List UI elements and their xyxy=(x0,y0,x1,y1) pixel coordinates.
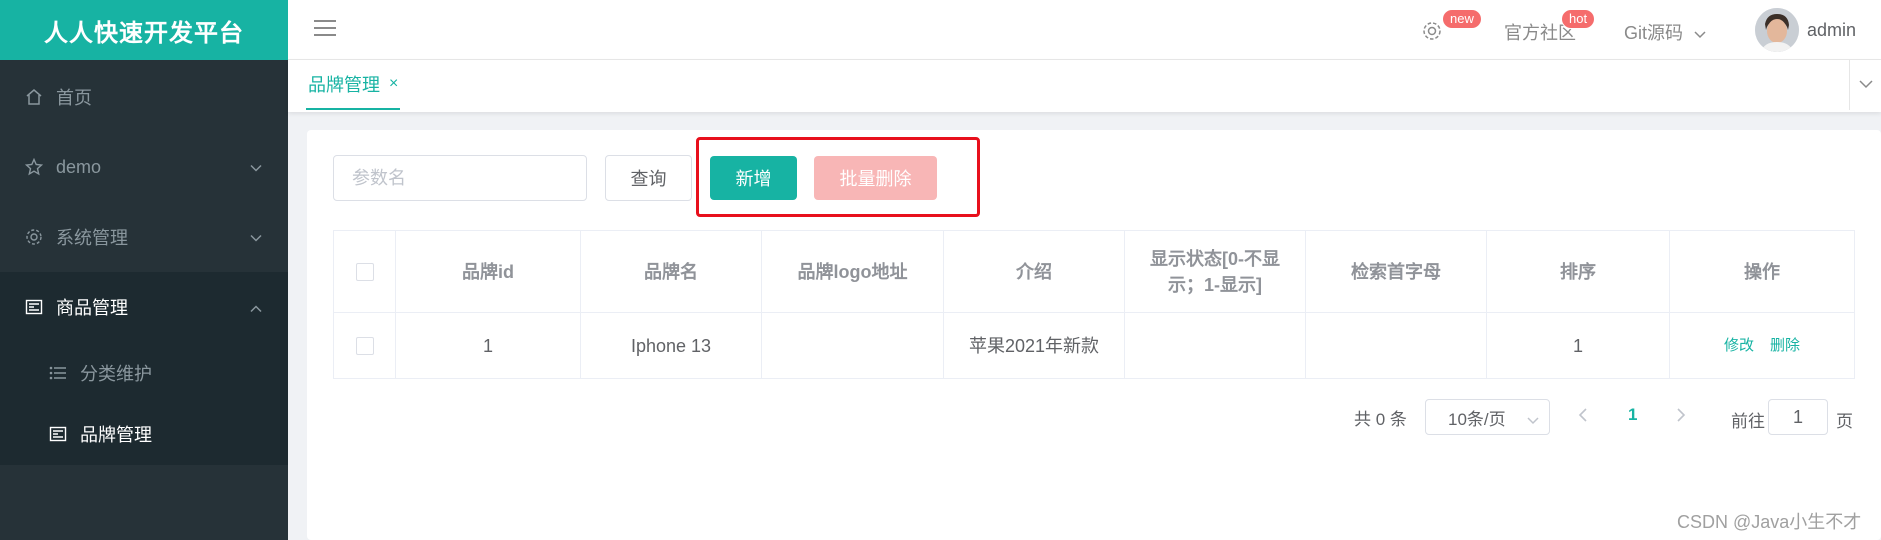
column-header: 介绍 xyxy=(944,231,1125,312)
hot-badge: hot xyxy=(1561,9,1596,29)
sidebar-item-label: 首页 xyxy=(56,88,92,108)
column-header: 显示状态[0-不显示；1-显示] xyxy=(1125,231,1306,312)
tab-label: 品牌管理 xyxy=(308,75,380,95)
sidebar-item-demo[interactable]: demo xyxy=(0,132,288,202)
sidebar-item-brand[interactable]: 品牌管理 xyxy=(0,403,288,465)
next-page-icon[interactable] xyxy=(1676,407,1686,428)
chevron-up-icon xyxy=(250,297,262,318)
column-header: 操作 xyxy=(1744,261,1780,282)
cell-show-status xyxy=(1125,313,1306,378)
cell-brand-id: 1 xyxy=(396,313,581,378)
cell-brand-name: Iphone 13 xyxy=(581,313,762,378)
top-header: new 官方社区 hot Git源码 admin xyxy=(288,0,1881,60)
settings-gear-icon[interactable] xyxy=(1421,20,1443,47)
cell-brand-logo xyxy=(762,313,944,378)
avatar xyxy=(1755,8,1799,52)
header-select-all xyxy=(334,231,396,312)
sidebar-item-system[interactable]: 系统管理 xyxy=(0,202,288,272)
brand-table: 品牌id 品牌名 品牌logo地址 介绍 显示状态[0-不显示；1-显示] 检索… xyxy=(333,230,1855,379)
page-size-select[interactable]: 10条/页 xyxy=(1425,399,1550,435)
submenu-product: 分类维护 品牌管理 xyxy=(0,340,288,465)
query-button[interactable]: 查询 xyxy=(605,155,692,201)
edit-link[interactable]: 修改 xyxy=(1724,333,1754,359)
user-menu[interactable]: admin xyxy=(1755,8,1856,52)
tab-dropdown-button[interactable] xyxy=(1849,60,1881,110)
sidebar-item-label: 商品管理 xyxy=(56,298,128,318)
prev-page-icon[interactable] xyxy=(1578,407,1588,428)
tab-bar: 品牌管理 × xyxy=(288,60,1881,112)
sidebar-item-home[interactable]: 首页 xyxy=(0,62,288,132)
table-row: 1 Iphone 13 苹果2021年新款 1 修改 删除 xyxy=(334,313,1854,378)
new-badge: new xyxy=(1442,9,1482,29)
column-header: 品牌id xyxy=(396,231,581,312)
pagination-total: 共 0 条 xyxy=(1354,410,1407,429)
select-all-checkbox[interactable] xyxy=(355,262,374,281)
goto-label: 前往 xyxy=(1731,412,1765,431)
username: admin xyxy=(1807,19,1857,40)
row-checkbox[interactable] xyxy=(355,336,374,355)
list-icon xyxy=(48,363,68,383)
sidebar-item-label: 分类维护 xyxy=(80,364,152,384)
close-icon[interactable]: × xyxy=(389,75,398,93)
sidebar-item-label: 系统管理 xyxy=(56,228,128,248)
sidebar-item-label: 品牌管理 xyxy=(80,425,152,445)
gear-icon xyxy=(24,227,44,247)
chevron-down-icon xyxy=(250,227,262,248)
page-suffix: 页 xyxy=(1836,412,1853,431)
chevron-down-icon xyxy=(250,157,262,178)
cell-intro: 苹果2021年新款 xyxy=(944,313,1125,378)
column-header: 品牌名 xyxy=(581,231,762,312)
git-source-label: Git源码 xyxy=(1624,23,1684,43)
sidebar-item-product[interactable]: 商品管理 xyxy=(0,272,288,342)
tab-brand-management[interactable]: 品牌管理 × xyxy=(306,60,401,110)
column-header: 品牌logo地址 xyxy=(762,231,944,312)
row-select xyxy=(334,313,396,378)
column-header: 检索首字母 xyxy=(1306,231,1487,312)
home-icon xyxy=(24,87,44,107)
chevron-down-icon xyxy=(1858,76,1873,94)
column-header: 排序 xyxy=(1487,231,1670,312)
page-size-value: 10条/页 xyxy=(1448,409,1506,429)
card-icon xyxy=(48,424,68,444)
star-icon xyxy=(24,157,44,177)
chevron-down-icon xyxy=(1694,23,1706,43)
watermark: CSDN @Java小生不才 xyxy=(1677,512,1862,532)
sidebar: 人人快速开发平台 首页 demo 系统管理 商品管理 分类维护 品牌管理 xyxy=(0,0,288,540)
sidebar-item-label: demo xyxy=(56,156,102,177)
table-header: 品牌id 品牌名 品牌logo地址 介绍 显示状态[0-不显示；1-显示] 检索… xyxy=(334,231,1854,313)
delete-link[interactable]: 删除 xyxy=(1770,333,1800,359)
git-source-menu[interactable]: Git源码 xyxy=(1624,19,1706,45)
annotation-highlight-box xyxy=(696,137,980,217)
cell-sort: 1 xyxy=(1487,313,1670,378)
brand-title: 人人快速开发平台 xyxy=(0,0,288,60)
goto-page-input[interactable] xyxy=(1768,399,1828,435)
sidebar-item-category[interactable]: 分类维护 xyxy=(0,342,288,404)
cell-first-letter xyxy=(1306,313,1487,378)
chevron-down-icon xyxy=(1527,410,1539,430)
cell-actions: 修改 删除 xyxy=(1670,313,1854,378)
search-input[interactable] xyxy=(333,155,587,201)
card-icon xyxy=(24,297,44,317)
page-number-current[interactable]: 1 xyxy=(1628,405,1637,425)
hamburger-menu-icon[interactable] xyxy=(314,20,336,38)
